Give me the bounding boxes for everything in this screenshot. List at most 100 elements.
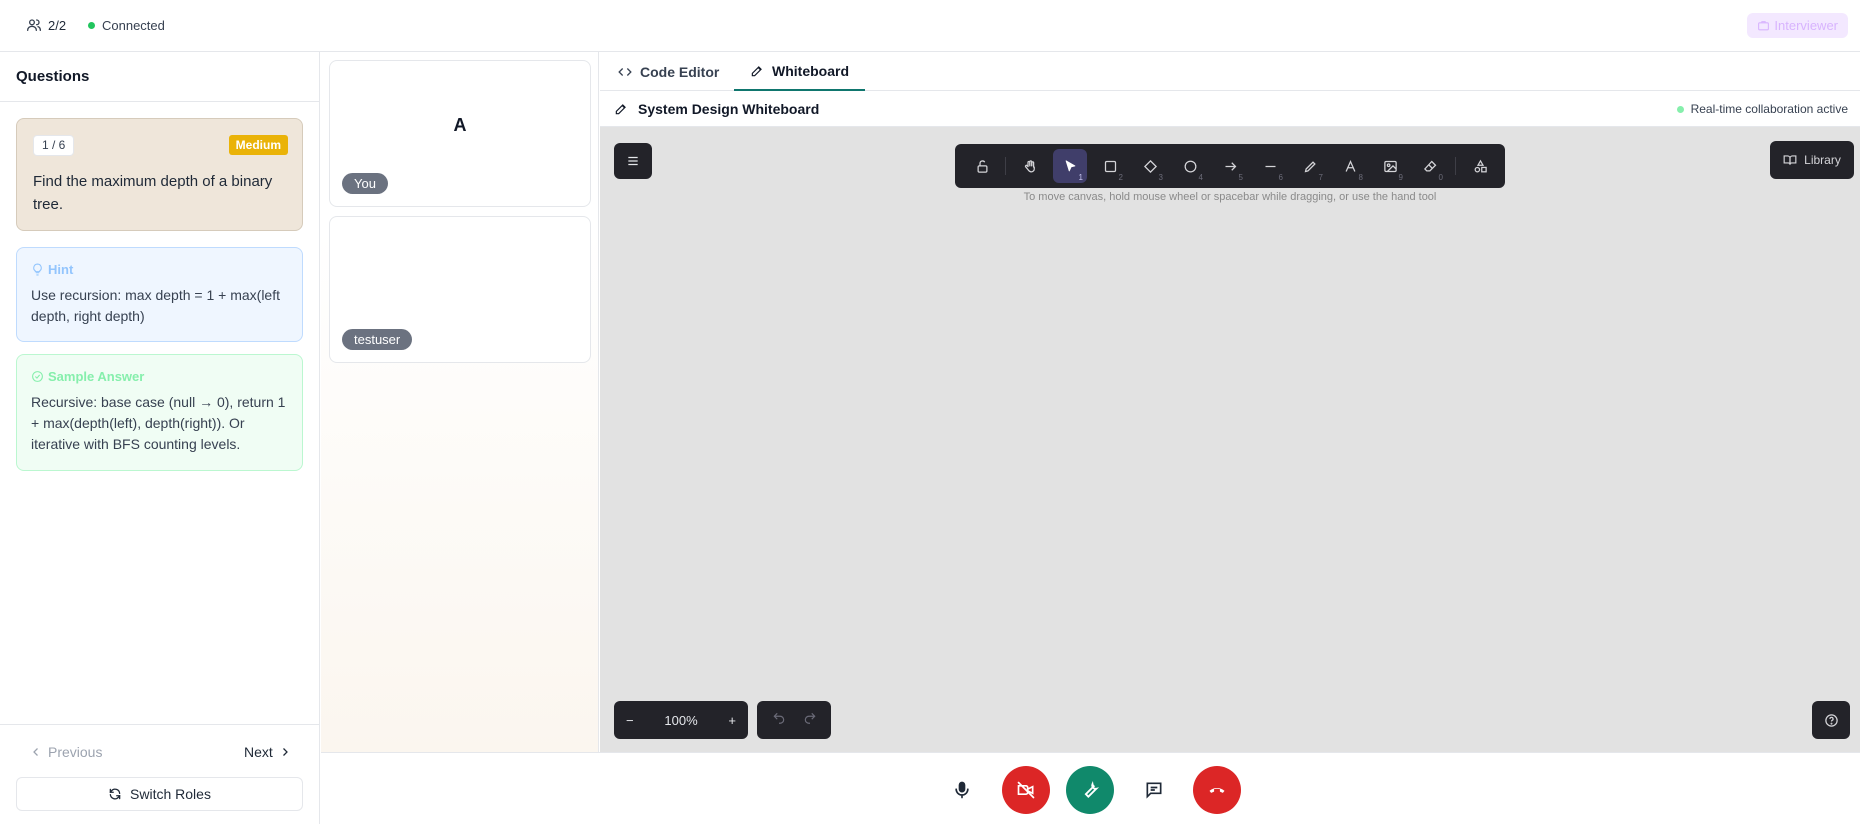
zoom-controls: − 100% +: [614, 701, 748, 739]
collaboration-status-text: Real-time collaboration active: [1690, 102, 1848, 116]
sample-answer-card: Sample Answer Recursive: base case (null…: [16, 354, 303, 471]
unlock-icon: [977, 159, 987, 173]
shortcut-key: 4: [1198, 173, 1203, 182]
code-icon: [618, 67, 632, 76]
end-call-button[interactable]: [1193, 766, 1241, 814]
tab-code-editor[interactable]: Code Editor: [602, 52, 735, 91]
canvas-hint: To move canvas, hold mouse wheel or spac…: [1023, 191, 1437, 203]
refresh-icon: [109, 788, 121, 800]
ellipse-tool[interactable]: 4: [1173, 149, 1207, 183]
library-label: Library: [1804, 153, 1841, 167]
camera-off-button[interactable]: [1002, 766, 1050, 814]
whiteboard-title-text: System Design Whiteboard: [638, 101, 820, 117]
chat-button[interactable]: [1130, 766, 1178, 814]
circle-icon: [1184, 160, 1196, 172]
lock-tool[interactable]: [965, 149, 999, 183]
sample-answer-text: Recursive: base case (null → 0), return …: [31, 394, 286, 452]
extra-tools-button[interactable]: [1463, 149, 1497, 183]
diamond-icon: [1143, 159, 1157, 173]
whiteboard-canvas[interactable]: 1 2 3 4 5 6 7 8 9 0 To move canvas, hold…: [600, 127, 1860, 752]
line-icon: [1265, 165, 1275, 167]
tab-bar: Code Editor Whiteboard: [600, 52, 1860, 91]
question-text: Find the maximum depth of a binary tree.: [33, 173, 273, 213]
shortcut-key: 7: [1318, 173, 1323, 182]
previous-button[interactable]: Previous: [30, 744, 102, 760]
shortcut-key: 8: [1358, 173, 1363, 182]
hamburger-icon: [628, 156, 638, 166]
redo-button[interactable]: [803, 711, 817, 730]
video-off-icon: [1017, 781, 1035, 799]
help-icon: [1824, 713, 1838, 727]
participant-count-text: 2/2: [48, 17, 67, 33]
shortcut-key: 1: [1078, 173, 1083, 182]
switch-roles-button[interactable]: Switch Roles: [16, 777, 303, 811]
chat-icon: [1146, 782, 1162, 799]
drawing-toolbar: 1 2 3 4 5 6 7 8 9 0: [955, 144, 1505, 188]
text-tool[interactable]: 8: [1333, 149, 1367, 183]
status-dot: [88, 22, 95, 29]
image-tool[interactable]: 9: [1373, 149, 1407, 183]
shortcut-key: 3: [1158, 173, 1163, 182]
chevron-right-icon: [282, 748, 288, 756]
status-dot: [1676, 105, 1684, 113]
hand-icon: [1024, 159, 1035, 172]
line-tool[interactable]: 6: [1253, 149, 1287, 183]
next-button[interactable]: Next: [244, 744, 291, 760]
arrow-tool[interactable]: 5: [1213, 149, 1247, 183]
whiteboard-header: System Design Whiteboard Real-time colla…: [600, 91, 1860, 127]
book-icon: [1783, 155, 1797, 165]
help-button[interactable]: [1812, 701, 1850, 739]
rectangle-icon: [1104, 160, 1116, 172]
hint-header: Hint: [31, 262, 73, 277]
check-circle-icon: [32, 371, 43, 382]
avatar: A: [453, 115, 467, 135]
hand-tool[interactable]: [1013, 149, 1047, 183]
sample-answer-header: Sample Answer: [31, 369, 144, 384]
phone-hangup-icon: [1209, 788, 1225, 793]
microphone-button[interactable]: [938, 766, 986, 814]
rectangle-tool[interactable]: 2: [1093, 149, 1127, 183]
shapes-icon: [1474, 159, 1487, 172]
participant-count: 2/2: [26, 17, 66, 33]
briefcase-icon: [1758, 21, 1770, 31]
undo-button[interactable]: [772, 711, 786, 730]
zoom-out-button[interactable]: −: [626, 713, 634, 728]
select-tool[interactable]: 1: [1053, 149, 1087, 183]
redo-icon: [804, 712, 815, 724]
toolbar-separator: [1005, 157, 1006, 175]
zoom-level[interactable]: 100%: [664, 713, 697, 728]
library-button[interactable]: Library: [1770, 141, 1854, 179]
participant-name: testuser: [342, 329, 413, 350]
call-controls: [321, 752, 1860, 824]
main-menu-button[interactable]: [614, 143, 652, 179]
video-panel: A You testuser: [321, 52, 599, 752]
interviewer-role-button[interactable]: Interviewer: [1747, 13, 1848, 38]
image-icon: [1383, 160, 1397, 172]
zoom-in-button[interactable]: +: [728, 713, 736, 728]
text-icon: [1345, 159, 1355, 172]
hint-label: Hint: [48, 262, 74, 277]
shortcut-key: 5: [1238, 173, 1243, 182]
draw-tool[interactable]: 7: [1293, 149, 1327, 183]
tab-whiteboard[interactable]: Whiteboard: [734, 52, 865, 91]
eraser-tool[interactable]: 0: [1413, 149, 1447, 183]
toolbar-separator: [1455, 157, 1456, 175]
shortcut-key: 6: [1278, 173, 1283, 182]
shortcut-key: 2: [1118, 173, 1123, 182]
eraser-icon: [1423, 160, 1436, 171]
switch-roles-label: Switch Roles: [130, 786, 211, 802]
difficulty-badge: Medium: [228, 135, 288, 155]
arrow-right-icon: [1225, 161, 1236, 171]
questions-panel: Questions 1 / 6 Medium Find the maximum …: [0, 52, 320, 824]
divider: [0, 101, 319, 102]
questions-title: Questions: [16, 68, 90, 85]
top-bar: 2/2 Connected Interviewer: [0, 0, 1860, 52]
diamond-tool[interactable]: 3: [1133, 149, 1167, 183]
tab-code-editor-label: Code Editor: [640, 63, 720, 80]
undo-redo-controls: [757, 701, 831, 739]
undo-icon: [773, 712, 784, 724]
tools-button[interactable]: [1066, 766, 1114, 814]
wrench-icon: [1084, 780, 1100, 798]
question-counter: 1 / 6: [33, 135, 75, 156]
hint-text: Use recursion: max depth = 1 + max(left …: [31, 287, 280, 324]
